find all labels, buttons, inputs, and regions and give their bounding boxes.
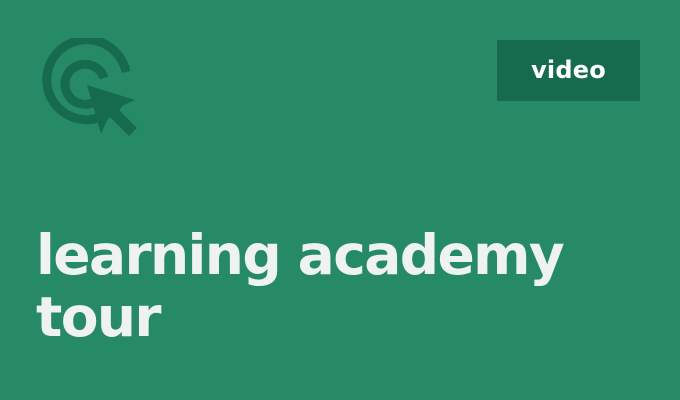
thumbnail-card: video learning academy tour [0,0,680,400]
target-cursor-icon [38,38,138,138]
video-badge: video [497,40,640,101]
title-line-2: tour [36,285,162,349]
card-title: learning academy tour [36,224,666,348]
title-line-1: learning academy [36,223,565,287]
